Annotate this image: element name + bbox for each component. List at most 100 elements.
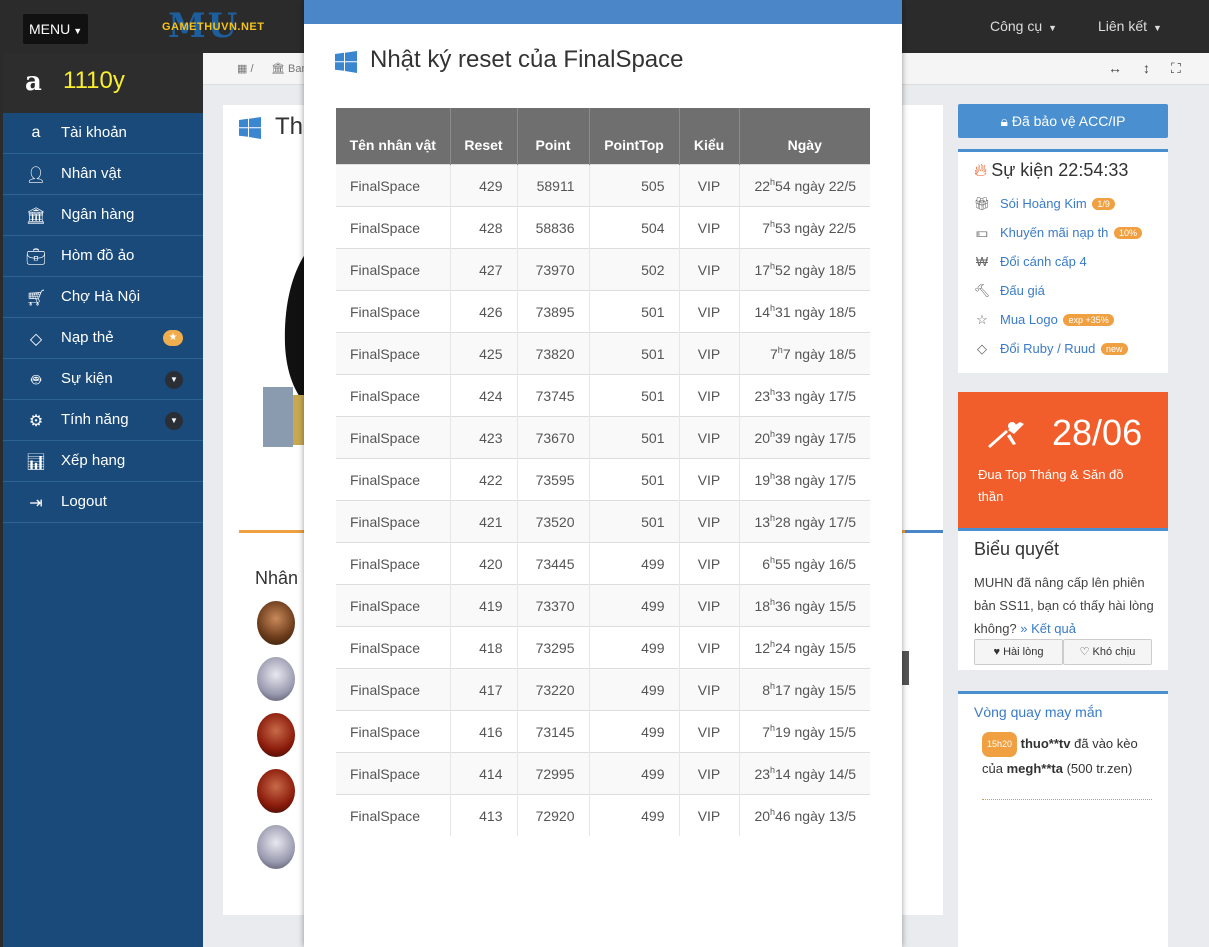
- character-avatar[interactable]: [257, 657, 295, 701]
- caret-down-icon: ▼: [1048, 23, 1058, 33]
- character-avatar[interactable]: [257, 713, 295, 757]
- cell-type: VIP: [679, 667, 740, 710]
- column-header[interactable]: Ngày: [739, 108, 870, 164]
- event-badge: new: [1101, 343, 1128, 355]
- sidebar-item[interactable]: 👤︎ Nhân vật: [3, 154, 203, 195]
- cell-pointtop: 501: [589, 373, 680, 416]
- table-row: FinalSpace 421 73520 501 VIP 13h28 ngày 17/5: [336, 499, 870, 542]
- sidebar-item[interactable]: a Tài khoản: [3, 113, 203, 154]
- cell-type: VIP: [679, 289, 740, 332]
- cell-type: VIP: [679, 163, 740, 206]
- column-header[interactable]: PointTop: [589, 108, 680, 164]
- column-header[interactable]: Reset: [450, 108, 518, 164]
- lucky-spin-title[interactable]: Vòng quay may mắn: [974, 704, 1102, 720]
- character-avatar[interactable]: [257, 769, 295, 813]
- cell-pointtop: 499: [589, 541, 680, 584]
- sidebar-item[interactable]: ⚙ Tính năng ▼: [3, 400, 203, 441]
- cell-reset: 416: [450, 709, 518, 752]
- home-icon[interactable]: ▦ /: [237, 62, 254, 75]
- sidebar-item[interactable]: 💼︎ Hòm đồ ảo: [3, 236, 203, 277]
- lucky-spin-box: Vòng quay may mắn 15h20 thuo**tv đã vào …: [958, 691, 1168, 947]
- vote-yes-button[interactable]: ♥ Hài lòng: [974, 639, 1063, 665]
- sidebar-item[interactable]: ◇ Nạp thẻ ★: [3, 318, 203, 359]
- promo-text: Đua Top Tháng & Săn đồ thần: [978, 467, 1124, 504]
- expand-vertical-icon[interactable]: ↕: [1143, 60, 1150, 76]
- breadcrumb-item[interactable]: 🏛 Ban: [271, 62, 308, 75]
- cell-pointtop: 499: [589, 751, 680, 794]
- cell-date: 7h7 ngày 18/5: [739, 331, 870, 374]
- warrior-icon: [988, 422, 1024, 448]
- cell-pointtop: 499: [589, 625, 680, 668]
- event-badge: 1/9: [1092, 198, 1115, 210]
- table-row: FinalSpace 414 72995 499 VIP 23h14 ngày 14/5: [336, 751, 870, 794]
- money-icon: 💵︎: [976, 225, 988, 240]
- column-header[interactable]: Point: [517, 108, 590, 164]
- fullscreen-icon[interactable]: ⛶: [1171, 60, 1181, 77]
- cell-point: 58836: [517, 205, 590, 248]
- character-avatar[interactable]: [257, 601, 295, 645]
- table-row: FinalSpace 427 73970 502 VIP 17h52 ngày 18/5: [336, 247, 870, 290]
- menu-label: MENU: [29, 21, 71, 37]
- site-logo[interactable]: MU GAMETHUVN.NET: [160, 6, 285, 46]
- column-header[interactable]: Tên nhân vật: [336, 108, 451, 164]
- divider: [982, 799, 1152, 800]
- cell-name: FinalSpace: [336, 247, 451, 290]
- cell-reset: 429: [450, 163, 518, 206]
- panel-divider-accent: [905, 530, 943, 533]
- event-box: 🔥︎ Sự kiện 22:54:33 🎁︎ Sói Hoàng Kim 1/9 💵︎…: [958, 149, 1168, 373]
- cell-type: VIP: [679, 205, 740, 248]
- links-menu[interactable]: Liên kết ▼: [1098, 18, 1162, 34]
- table-row: FinalSpace 418 73295 499 VIP 12h24 ngày 15/5: [336, 625, 870, 668]
- table-row: FinalSpace 428 58836 504 VIP 7h53 ngày 22/5: [336, 205, 870, 248]
- event-link[interactable]: 🔨︎ Đấu giá: [972, 283, 1045, 299]
- sidebar-item[interactable]: 🛒︎ Chợ Hà Nội: [3, 277, 203, 318]
- bar-chart-icon: 📊︎: [25, 454, 47, 471]
- expand-horizontal-icon[interactable]: ↔: [1108, 60, 1122, 76]
- sidebar-item[interactable]: ⇥ Logout: [3, 482, 203, 523]
- sidebar-item-label: Tài khoản: [61, 124, 127, 141]
- table-header-row: Tên nhân vật Reset Point PointTop Kiểu N…: [336, 108, 870, 164]
- vote-no-button[interactable]: ♡ Khó chịu: [1063, 639, 1152, 665]
- event-link[interactable]: ◇ Đổi Ruby / Ruud new: [972, 341, 1128, 357]
- event-link[interactable]: 💵︎ Khuyến mãi nạp th 10%: [972, 225, 1143, 241]
- promo-date: 28/06: [1052, 412, 1143, 453]
- user-icon: 👤︎: [25, 167, 47, 184]
- character-avatar[interactable]: [257, 825, 295, 869]
- cell-name: FinalSpace: [336, 541, 451, 584]
- sidebar-item[interactable]: 🏛︎ Ngân hàng: [3, 195, 203, 236]
- column-header[interactable]: Kiểu: [679, 108, 740, 164]
- sidebar-item-label: Hòm đồ ảo: [61, 247, 135, 264]
- tools-label: Công cụ: [990, 18, 1043, 34]
- cell-type: VIP: [679, 751, 740, 794]
- cell-name: FinalSpace: [336, 331, 451, 374]
- cell-date: 22h54 ngày 22/5: [739, 163, 870, 206]
- sidebar-item[interactable]: 📊︎ Xếp hạng: [3, 441, 203, 482]
- table-row: FinalSpace 419 73370 499 VIP 18h36 ngày 15/5: [336, 583, 870, 626]
- menu-button[interactable]: MENU ▼: [23, 14, 89, 44]
- cell-date: 8h17 ngày 15/5: [739, 667, 870, 710]
- cell-name: FinalSpace: [336, 499, 451, 542]
- account-protect-button[interactable]: 🔒︎ Đã bảo vệ ACC/IP: [958, 104, 1168, 138]
- sidebar: a 1110y a Tài khoản 👤︎ Nhân vật 🏛︎ Ngân hàng 💼…: [0, 53, 203, 947]
- event-link[interactable]: 🎁︎ Sói Hoàng Kim 1/9: [972, 196, 1115, 212]
- amazon-icon: a: [31, 124, 41, 141]
- panel-title: Th: [275, 113, 304, 140]
- event-link[interactable]: ☆ Mua Logo exp +35%: [972, 312, 1114, 328]
- cell-reset: 425: [450, 331, 518, 374]
- poll-result-link[interactable]: » Kết quả: [1020, 621, 1076, 636]
- tools-menu[interactable]: Công cụ ▼: [990, 18, 1057, 34]
- cell-name: FinalSpace: [336, 163, 451, 206]
- event-link[interactable]: ₩ Đổi cánh cấp 4: [972, 254, 1087, 269]
- gavel-icon: 🔨︎: [973, 283, 991, 298]
- cell-date: 23h14 ngày 14/5: [739, 751, 870, 794]
- briefcase-icon: 💼︎: [25, 249, 47, 266]
- cell-point: 58911: [517, 163, 590, 206]
- cell-point: 73970: [517, 247, 590, 290]
- promo-banner[interactable]: 28/06 Đua Top Tháng & Săn đồ thần: [958, 392, 1168, 528]
- table-row: FinalSpace 424 73745 501 VIP 23h33 ngày 17/5: [336, 373, 870, 416]
- cell-name: FinalSpace: [336, 415, 451, 458]
- table-row: FinalSpace 426 73895 501 VIP 14h31 ngày 18/5: [336, 289, 870, 332]
- sidebar-item[interactable]: 🤖︎ Sự kiện ▼: [3, 359, 203, 400]
- cell-type: VIP: [679, 457, 740, 500]
- chevron-down-icon: ▼: [165, 371, 183, 389]
